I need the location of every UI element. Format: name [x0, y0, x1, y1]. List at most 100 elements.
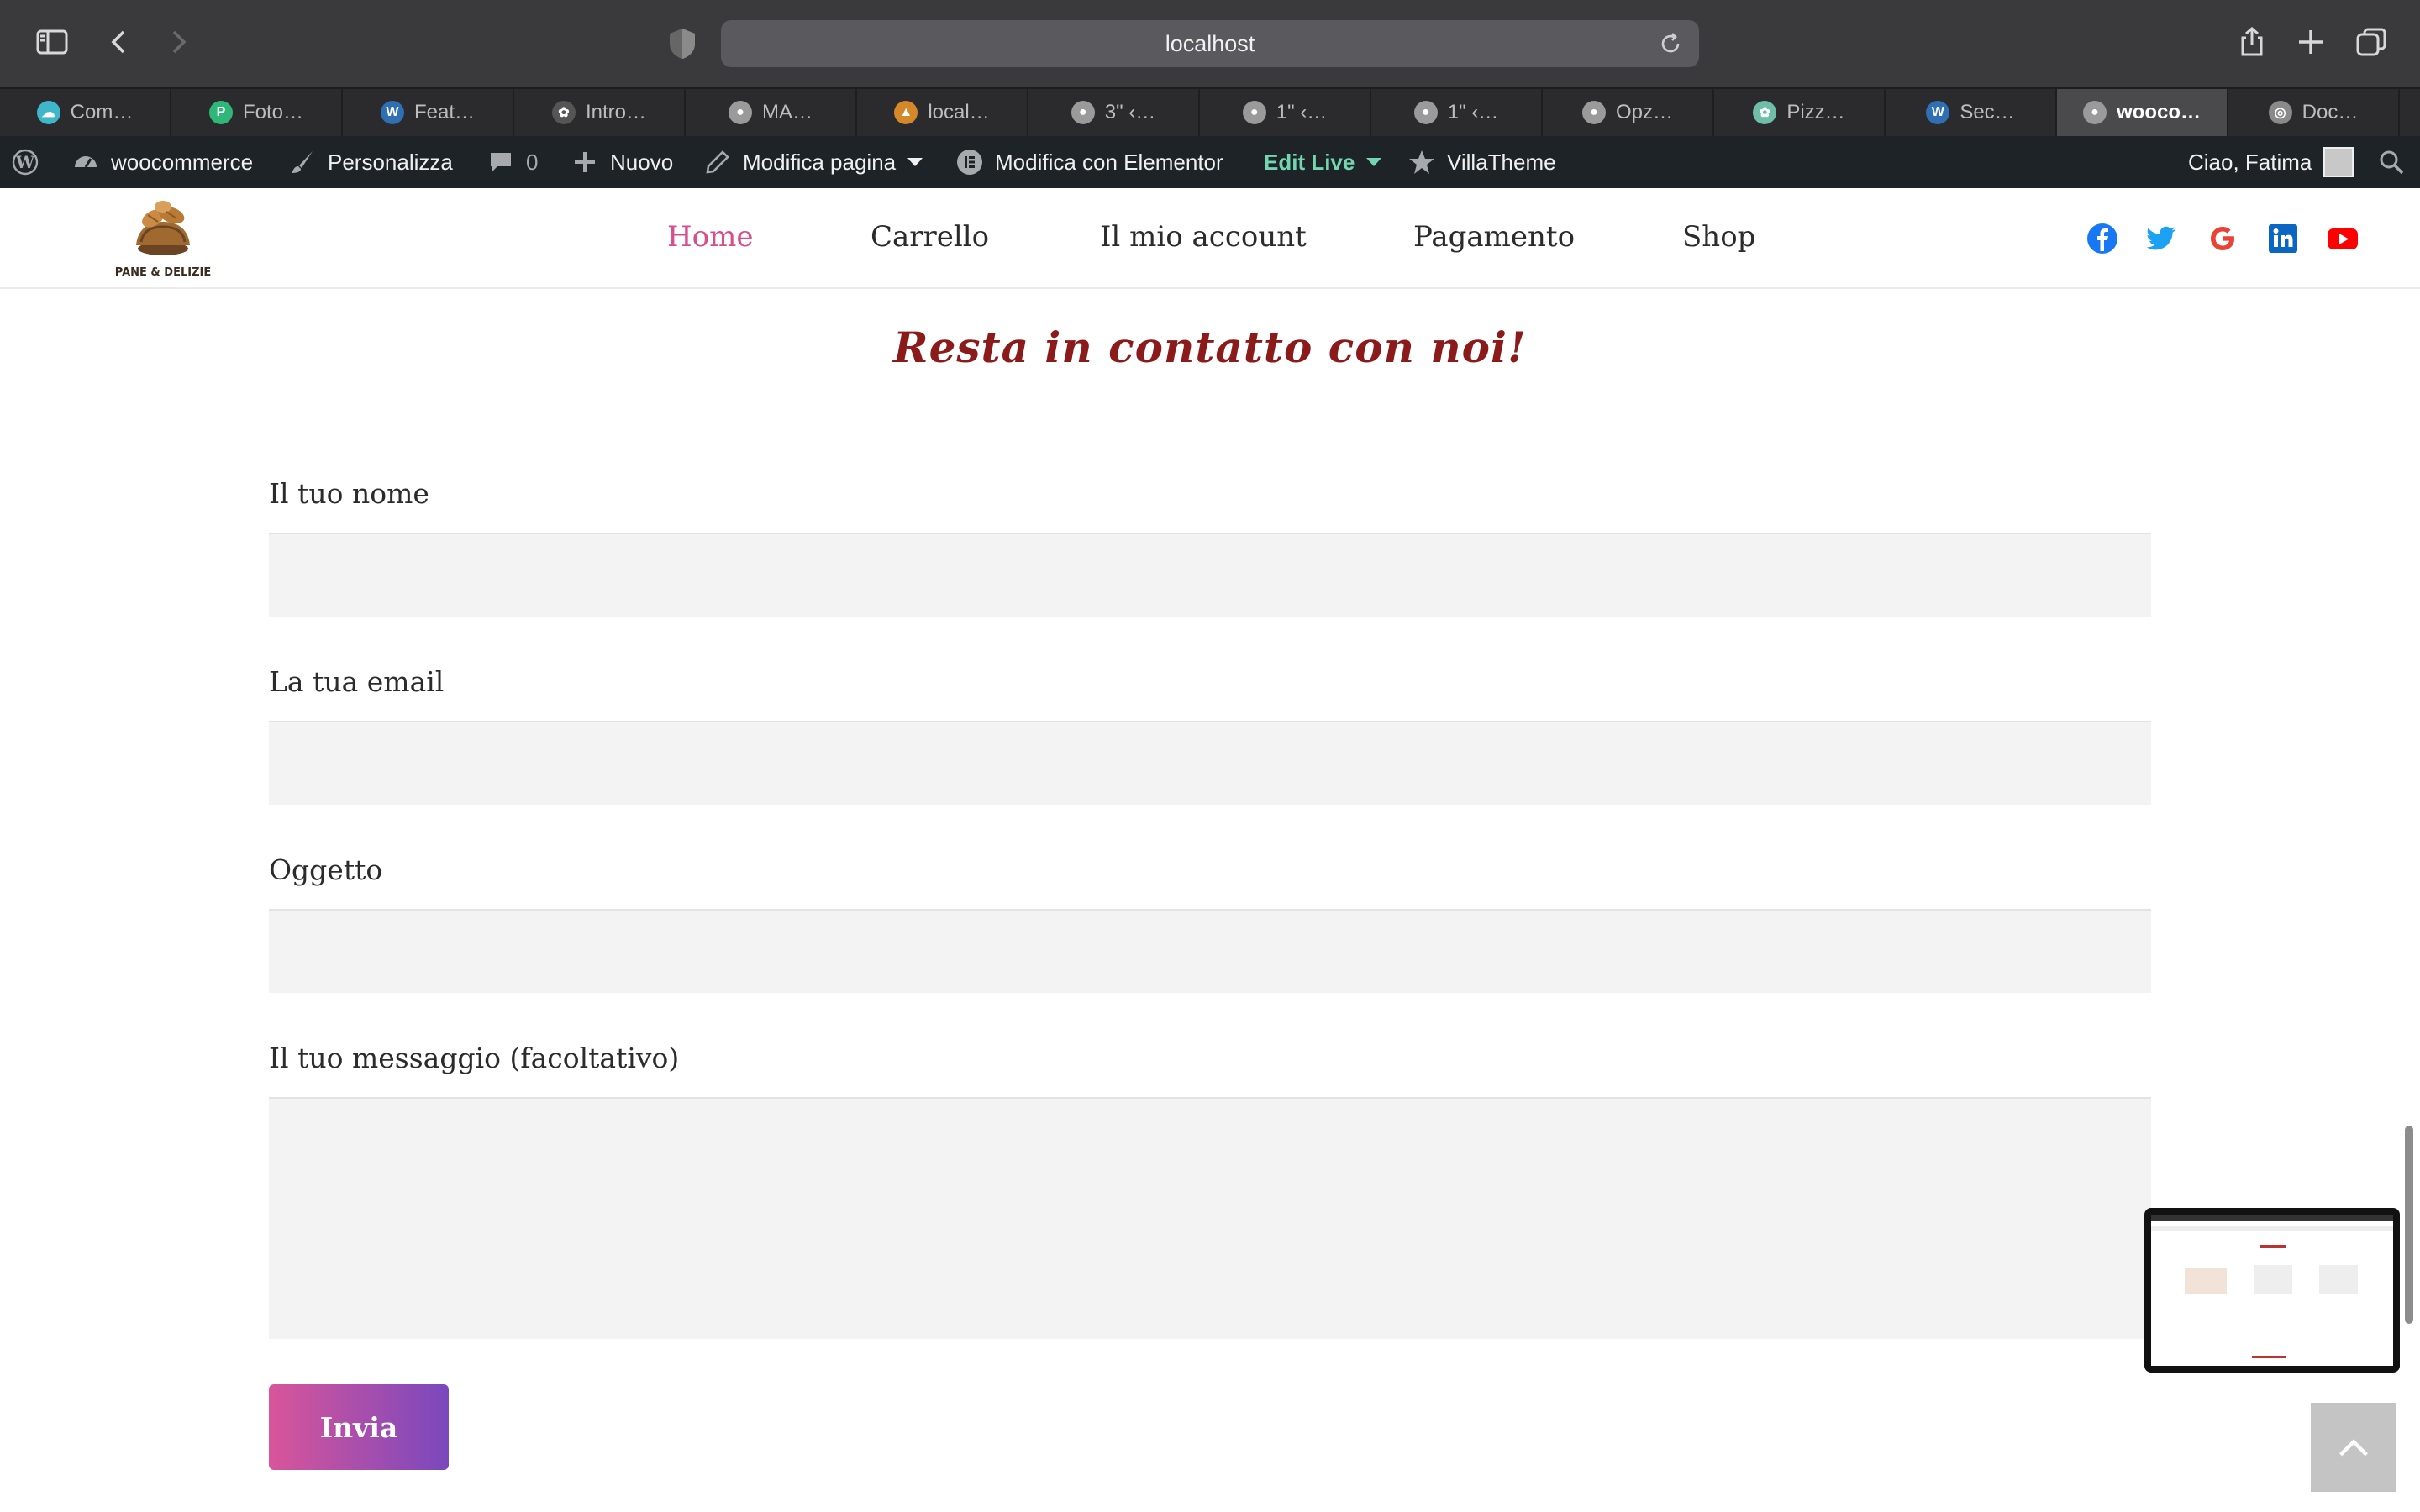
- browser-tab[interactable]: ◎ Doc…: [2228, 89, 2400, 136]
- tab-label: Pizz…: [1786, 101, 1845, 123]
- browser-tab[interactable]: ● 1" ‹…: [1200, 89, 1371, 136]
- email-label: La tua email: [269, 665, 445, 698]
- mountain-icon: ▲: [894, 101, 918, 124]
- svg-text:W: W: [15, 152, 35, 172]
- nav-cart[interactable]: Carrello: [871, 220, 989, 254]
- chatgpt-icon: ✿: [1753, 101, 1777, 124]
- edit-live-menu[interactable]: Edit Live: [1264, 136, 1382, 188]
- account-menu[interactable]: Ciao, Fatima: [2188, 136, 2354, 188]
- forward-icon[interactable]: [158, 22, 198, 62]
- comment-icon: [491, 153, 511, 171]
- edit-live-label: Edit Live: [1264, 149, 1355, 175]
- privacy-shield-icon[interactable]: [667, 27, 697, 60]
- villatheme-menu[interactable]: VillaTheme: [1408, 136, 1556, 188]
- customize-label: Personalizza: [328, 149, 453, 175]
- site-logo[interactable]: PANE & DELIZIE: [111, 193, 215, 281]
- facebook-icon[interactable]: [2086, 222, 2119, 255]
- tab-label: local…: [928, 101, 990, 123]
- browser-tab[interactable]: ● MA…: [686, 89, 857, 136]
- mastodon-icon: ●: [729, 101, 752, 124]
- tab-strip: ☁ Com… P Foto… W Feat… ✿ Intro… ● MA… ▲ local… ● 3" ‹…: [0, 87, 2420, 136]
- nav-account[interactable]: Il mio account: [1100, 220, 1307, 254]
- comments-menu[interactable]: 0: [487, 136, 538, 188]
- wordpress-logo-icon[interactable]: W: [12, 136, 39, 188]
- elementor-menu[interactable]: Modifica con Elementor: [956, 136, 1223, 188]
- site-header: PANE & DELIZIE Home Carrello Il mio acco…: [0, 188, 2420, 289]
- page-preview-thumbnail[interactable]: [2144, 1208, 2400, 1373]
- wp-admin-bar: W woocommerce Personalizza 0 Nuovo Modif…: [0, 136, 2420, 188]
- browser-tab[interactable]: ▲ local…: [857, 89, 1028, 136]
- plus-icon: [575, 152, 595, 172]
- star-icon: [1409, 150, 1434, 174]
- browser-tab[interactable]: ✿ Pizz…: [1714, 89, 1886, 136]
- google-icon[interactable]: [2206, 222, 2239, 255]
- mastodon-icon: ●: [2083, 101, 2107, 124]
- nav-checkout[interactable]: Pagamento: [1413, 220, 1575, 254]
- customize-menu[interactable]: Personalizza: [289, 136, 453, 188]
- tab-label: Intro…: [585, 101, 647, 123]
- cloud-icon: ☁: [36, 101, 60, 124]
- tab-label: 3" ‹…: [1104, 101, 1156, 123]
- name-field[interactable]: [269, 533, 2151, 617]
- browser-tab[interactable]: W Sec…: [1886, 89, 2057, 136]
- pencil-icon: [706, 150, 729, 174]
- new-content-menu[interactable]: Nuovo: [571, 136, 673, 188]
- mastodon-icon: ●: [1413, 101, 1438, 124]
- linkedin-icon[interactable]: [2266, 222, 2300, 255]
- tab-label: Com…: [70, 101, 134, 123]
- site-name-menu[interactable]: woocommerce: [72, 136, 253, 188]
- tab-label: Feat…: [413, 101, 476, 123]
- avatar: [2323, 147, 2354, 177]
- mastodon-icon: ●: [1071, 101, 1095, 124]
- openai-icon: ✿: [551, 101, 576, 124]
- bread-basket-icon: [136, 201, 190, 255]
- browser-tab[interactable]: ● wooco…: [2057, 89, 2228, 136]
- address-text: localhost: [1165, 30, 1255, 56]
- address-bar[interactable]: localhost: [721, 20, 1699, 67]
- mastodon-icon: ●: [1581, 101, 1606, 124]
- chevron-up-icon: [2339, 1439, 2368, 1457]
- submit-button[interactable]: Invia: [269, 1384, 449, 1470]
- subject-label: Oggetto: [269, 853, 383, 886]
- tab-label: Sec…: [1960, 101, 2015, 123]
- tab-label: wooco…: [2117, 101, 2201, 123]
- tab-label: 1" ‹…: [1276, 101, 1328, 123]
- youtube-icon[interactable]: [2326, 222, 2360, 255]
- share-icon[interactable]: [2232, 22, 2272, 62]
- sidebar-toggle-icon[interactable]: [32, 22, 72, 62]
- site-name-label: woocommerce: [111, 149, 254, 175]
- form-heading: Resta in contatto con noi!: [893, 323, 1527, 372]
- back-icon[interactable]: [99, 22, 139, 62]
- elementor-icon: [957, 150, 982, 175]
- browser-tab[interactable]: ● 1" ‹…: [1371, 89, 1543, 136]
- compass-icon: ◎: [2268, 101, 2292, 124]
- browser-tab[interactable]: ● Opz…: [1543, 89, 1714, 136]
- message-field[interactable]: [269, 1097, 2151, 1339]
- nav-home[interactable]: Home: [667, 220, 753, 254]
- tab-label: Opz…: [1615, 101, 1673, 123]
- mastodon-icon: ●: [1242, 101, 1266, 124]
- villatheme-label: VillaTheme: [1447, 149, 1556, 175]
- reload-icon[interactable]: [1657, 30, 1684, 57]
- elementor-label: Modifica con Elementor: [995, 149, 1223, 175]
- browser-tab[interactable]: W Feat…: [343, 89, 514, 136]
- browser-tab[interactable]: ☁ Com…: [0, 89, 171, 136]
- tab-overview-icon[interactable]: [2351, 22, 2391, 62]
- tab-label: 1" ‹…: [1447, 101, 1499, 123]
- new-tab-icon[interactable]: [2291, 22, 2331, 62]
- browser-toolbar: localhost: [0, 0, 2420, 87]
- search-icon[interactable]: [2378, 136, 2405, 188]
- twitter-icon[interactable]: [2145, 222, 2179, 255]
- browser-tab[interactable]: ● 3" ‹…: [1028, 89, 1200, 136]
- browser-tab[interactable]: P Foto…: [171, 89, 343, 136]
- nav-shop[interactable]: Shop: [1682, 220, 1755, 254]
- edit-page-menu[interactable]: Modifica pagina: [704, 136, 923, 188]
- wordpress-icon: W: [380, 101, 404, 124]
- browser-tab[interactable]: ✿ Intro…: [514, 89, 686, 136]
- scrollbar[interactable]: [2405, 1126, 2413, 1324]
- subject-field[interactable]: [269, 909, 2151, 993]
- tab-label: Foto…: [242, 101, 304, 123]
- scroll-to-top-button[interactable]: [2311, 1403, 2396, 1492]
- edit-page-label: Modifica pagina: [743, 149, 897, 175]
- email-field[interactable]: [269, 721, 2151, 805]
